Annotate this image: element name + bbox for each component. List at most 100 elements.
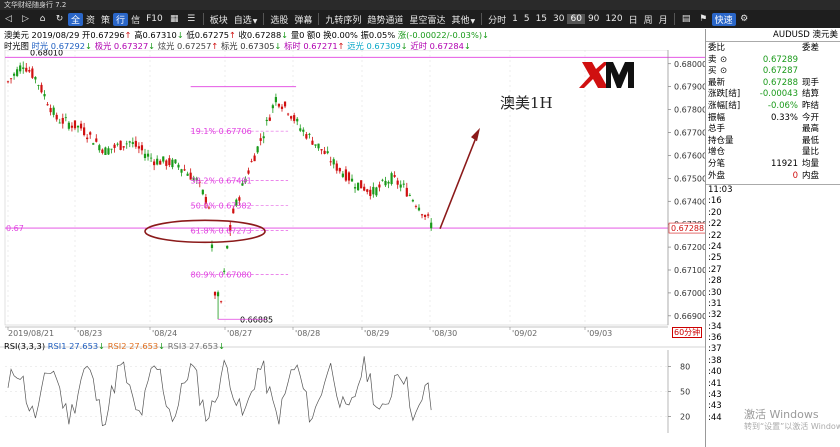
rsi2-value: RSI2 27.653 — [107, 341, 159, 351]
period-15[interactable]: 15 — [533, 14, 550, 24]
period-120[interactable]: 120 — [602, 14, 625, 24]
y-tick-label: 0.67500 — [674, 174, 705, 183]
candle-body — [210, 244, 214, 249]
fib-label: 19.1% 0.67706 — [191, 127, 252, 136]
home-icon[interactable]: ⌂ — [34, 14, 51, 25]
candle-body — [262, 136, 265, 139]
candle-body — [411, 200, 415, 202]
trend-channel-button[interactable]: 趋势通道 — [364, 13, 406, 26]
window-titlebar: 文华财经随身行 7.2 — [0, 0, 840, 10]
down-arrow-icon: ↓ — [98, 341, 106, 351]
back-icon[interactable]: ◁ — [0, 14, 17, 25]
candle-body — [34, 76, 37, 80]
watchlist-menu[interactable]: 自选▼ — [231, 13, 261, 26]
stock-picker-button[interactable]: 选股 — [267, 13, 291, 26]
candle-body — [378, 184, 381, 188]
panel-row-label: 涨跌[结] — [708, 89, 741, 100]
candle-body — [146, 153, 150, 157]
up-arrow-icon: ↑ — [229, 30, 236, 40]
candle-body — [286, 113, 290, 115]
candle-body — [369, 189, 372, 196]
separator — [318, 13, 320, 25]
panel-row-label: 买 — [708, 66, 717, 77]
panel-row-label2: 今开 — [802, 112, 820, 123]
quote-tab[interactable]: 行 — [113, 12, 129, 26]
forward-icon[interactable]: ▷ — [17, 14, 34, 25]
panel-row-label2: 最高 — [802, 124, 820, 135]
y-tick-label: 0.66900 — [674, 312, 705, 321]
candle-body — [76, 125, 80, 128]
period-60[interactable]: 60 — [567, 14, 585, 24]
candle-body — [125, 143, 128, 145]
candle-body — [350, 178, 354, 182]
candle-body — [110, 148, 113, 150]
td-sequential-button[interactable]: 九转序列 — [322, 13, 364, 26]
candle-body — [22, 67, 25, 69]
dropdown-icon: ▼ — [252, 17, 258, 25]
flag-icon[interactable]: ⚑ — [695, 14, 712, 25]
danmu-button[interactable]: 弹幕 — [291, 13, 315, 26]
grid-icon[interactable]: ▦ — [166, 14, 183, 25]
candle-body — [134, 140, 137, 147]
watchlist-label: 自选 — [233, 15, 252, 26]
candle-body — [149, 157, 153, 159]
candle-body — [70, 125, 74, 128]
panel-row-value: 0 — [792, 170, 798, 181]
candle-body — [16, 69, 19, 76]
tick-time: :41 — [708, 378, 722, 389]
period-1[interactable]: 1 — [509, 14, 521, 24]
panel-row: 买 0.67287 ⊙ — [708, 66, 838, 77]
sector-menu[interactable]: 板块 — [207, 13, 231, 26]
candle-body — [317, 143, 320, 149]
period-5[interactable]: 5 — [521, 14, 533, 24]
candle-body — [28, 70, 31, 72]
x-tick-label: '09/02 — [512, 329, 537, 338]
candle-body — [177, 164, 180, 168]
candle-body — [420, 214, 424, 216]
panel-row: 涨跌[结] -0.00043 结算 — [708, 89, 838, 100]
timeframe-label[interactable]: 60分钟 — [672, 327, 703, 338]
candle-body — [427, 214, 430, 216]
list-icon[interactable]: ☰ — [183, 14, 200, 25]
tick-time: :30 — [708, 287, 722, 298]
all-button[interactable]: 全 — [68, 12, 84, 26]
candle-body — [296, 118, 299, 122]
f10-tab[interactable]: F10 — [143, 14, 166, 24]
candle-body — [311, 140, 314, 145]
panel-row-value: 0.67289 — [762, 54, 798, 65]
candle-body — [83, 127, 86, 136]
period-month[interactable]: 月 — [656, 13, 671, 26]
period-30[interactable]: 30 — [550, 14, 567, 24]
panel-indicator-icon: ⊙ — [720, 54, 728, 65]
rsi-label: RSI(3,3,3) — [4, 341, 46, 351]
quick-button[interactable]: 快速 — [711, 12, 736, 26]
activation-watermark: 激活 Windows — [744, 408, 819, 421]
candle-body — [338, 168, 341, 172]
down-arrow-icon: ↓ — [176, 30, 184, 40]
swing-value: 振0.05% — [360, 30, 396, 40]
period-week[interactable]: 周 — [641, 13, 656, 26]
tick-time: :27 — [708, 264, 722, 275]
candle-body — [290, 116, 293, 119]
radar-button[interactable]: 星空雷达 — [406, 13, 448, 26]
period-day[interactable]: 日 — [626, 13, 641, 26]
info-tab[interactable]: 信 — [128, 13, 143, 26]
x-tick-label: '09/03 — [587, 329, 612, 338]
settings-icon[interactable]: ⚙ — [736, 14, 753, 25]
tick-time: :37 — [708, 344, 722, 355]
candle-body — [357, 182, 360, 191]
period-intraday[interactable]: 分时 — [485, 13, 509, 26]
other-menu[interactable]: 其他▼ — [448, 13, 478, 26]
refresh-icon[interactable]: ↻ — [51, 14, 68, 25]
panel-row-label2: 均量 — [802, 159, 820, 169]
activation-watermark-sub: 转到“设置”以激活 Windows。 — [744, 422, 840, 431]
candle-body — [19, 65, 22, 72]
chart-icon[interactable]: ▤ — [678, 14, 695, 25]
period-90[interactable]: 90 — [585, 14, 602, 24]
candlestick-chart[interactable]: 0.68010 0.67 0.66885 19.1% 0.67706 38.2% 0… — [0, 50, 705, 447]
quote-panel: AUDUSD 澳元美 委比 委差卖 0.67289 ⊙ 买 0.67287 ⊙ 最新 0.672… — [705, 29, 840, 447]
candle-body — [73, 120, 77, 129]
news-tab[interactable]: 资 — [83, 13, 98, 26]
tick-time: :43 — [708, 401, 722, 412]
strategy-tab[interactable]: 策 — [98, 13, 113, 26]
